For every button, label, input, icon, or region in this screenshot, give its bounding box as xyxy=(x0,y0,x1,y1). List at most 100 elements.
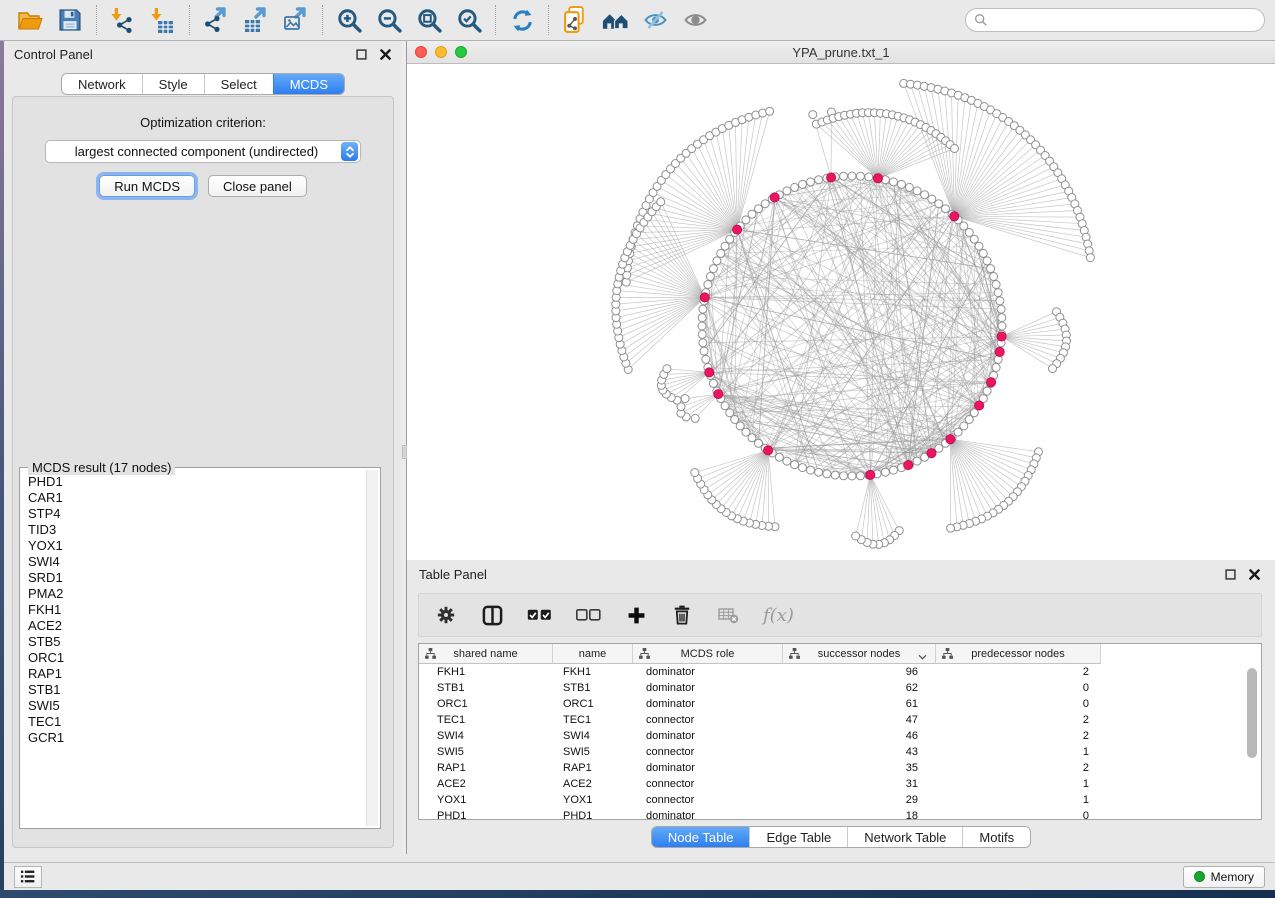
mcds-result-item[interactable]: PMA2 xyxy=(22,586,365,602)
column-header-predecessor-nodes[interactable]: predecessor nodes xyxy=(936,644,1101,663)
open-session-icon[interactable] xyxy=(10,3,50,37)
mcds-result-item[interactable]: STB1 xyxy=(22,682,365,698)
export-network-icon[interactable] xyxy=(196,3,236,37)
search-input[interactable] xyxy=(993,10,1256,30)
memory-button[interactable]: Memory xyxy=(1183,866,1265,888)
table-cell: PHD1 xyxy=(419,808,553,820)
mcds-list-scrollbar[interactable] xyxy=(366,470,378,826)
table-row[interactable]: PHD1PHD1dominator180 xyxy=(419,808,1101,820)
table-scrollbar[interactable] xyxy=(1246,666,1258,816)
import-network-icon[interactable] xyxy=(103,3,143,37)
zoom-in-icon[interactable] xyxy=(329,3,369,37)
table-cell: FKH1 xyxy=(419,664,553,680)
show-all-icon[interactable] xyxy=(675,3,715,37)
hierarchy-icon xyxy=(942,648,953,662)
mcds-result-list[interactable]: PHD1CAR1STP4TID3YOX1SWI4SRD1PMA2FKH1ACE2… xyxy=(22,474,365,826)
delete-row-icon[interactable] xyxy=(671,602,693,628)
column-label: shared name xyxy=(453,648,517,660)
column-header-name[interactable]: name xyxy=(553,644,633,663)
mcds-result-item[interactable]: SWI4 xyxy=(22,554,365,570)
table-row[interactable]: YOX1YOX1connector291 xyxy=(419,792,1101,808)
zoom-out-icon[interactable] xyxy=(369,3,409,37)
new-network-from-selection-icon[interactable] xyxy=(555,3,595,37)
mcds-result-item[interactable]: STP4 xyxy=(22,506,365,522)
tab-select[interactable]: Select xyxy=(204,74,273,94)
refresh-layout-icon[interactable] xyxy=(502,3,542,37)
table-row[interactable]: RAP1RAP1dominator352 xyxy=(419,760,1101,776)
table-row[interactable]: SWI5SWI5connector431 xyxy=(419,744,1101,760)
close-panel-button[interactable]: Close panel xyxy=(208,175,307,197)
table-cell: dominator xyxy=(633,664,783,680)
float-table-panel-icon[interactable] xyxy=(1223,567,1237,581)
tab-edge-table[interactable]: Edge Table xyxy=(749,827,847,847)
close-table-panel-icon[interactable] xyxy=(1247,567,1261,581)
network-graph[interactable] xyxy=(407,64,1275,560)
zoom-fit-icon[interactable] xyxy=(409,3,449,37)
tab-mcds[interactable]: MCDS xyxy=(273,74,344,94)
table-settings-icon[interactable] xyxy=(435,602,457,628)
float-panel-icon[interactable] xyxy=(354,47,368,61)
table-cell: 47 xyxy=(783,712,936,728)
table-cell: connector xyxy=(633,712,783,728)
save-session-icon[interactable] xyxy=(50,3,90,37)
deselect-all-icon[interactable] xyxy=(576,602,601,628)
task-history-button[interactable] xyxy=(14,866,42,888)
run-mcds-button[interactable]: Run MCDS xyxy=(99,175,195,197)
mcds-result-item[interactable]: CAR1 xyxy=(22,490,365,506)
show-columns-icon[interactable] xyxy=(481,602,503,628)
mcds-result-item[interactable]: ORC1 xyxy=(22,650,365,666)
column-header-shared-name[interactable]: shared name xyxy=(419,644,553,663)
table-row[interactable]: SWI4SWI4dominator462 xyxy=(419,728,1101,744)
column-header-successor-nodes[interactable]: successor nodes xyxy=(783,644,936,663)
mcds-result-item[interactable]: TID3 xyxy=(22,522,365,538)
first-neighbors-icon[interactable] xyxy=(595,3,635,37)
table-row[interactable]: ORC1ORC1dominator610 xyxy=(419,696,1101,712)
zoom-selected-icon[interactable] xyxy=(449,3,489,37)
table-cell: FKH1 xyxy=(553,664,633,680)
add-row-icon[interactable] xyxy=(625,602,647,628)
column-label: MCDS role xyxy=(681,648,735,660)
select-stepper-icon xyxy=(341,142,358,161)
column-header-MCDS-role[interactable]: MCDS role xyxy=(633,644,783,663)
close-panel-icon[interactable] xyxy=(378,47,392,61)
tab-network[interactable]: Network xyxy=(62,74,142,94)
table-row[interactable]: TEC1TEC1connector472 xyxy=(419,712,1101,728)
mcds-result-item[interactable]: PHD1 xyxy=(22,474,365,490)
table-cell: STB1 xyxy=(553,680,633,696)
tab-style[interactable]: Style xyxy=(142,74,204,94)
mcds-result-item[interactable]: GCR1 xyxy=(22,730,365,746)
mcds-result-item[interactable]: RAP1 xyxy=(22,666,365,682)
export-table-icon[interactable] xyxy=(236,3,276,37)
table-cell: SWI5 xyxy=(419,744,553,760)
mcds-result-item[interactable]: ACE2 xyxy=(22,618,365,634)
network-window-titlebar: YPA_prune.txt_1 xyxy=(407,41,1275,64)
import-table-icon[interactable] xyxy=(143,3,183,37)
table-toolbar: f(x) xyxy=(418,593,1262,637)
mcds-result-item[interactable]: TEC1 xyxy=(22,714,365,730)
hide-selected-icon[interactable] xyxy=(635,3,675,37)
table-scrollbar-thumb[interactable] xyxy=(1247,668,1257,758)
tab-network-table[interactable]: Network Table xyxy=(847,827,962,847)
table-row[interactable]: FKH1FKH1dominator962 xyxy=(419,664,1101,680)
column-label: name xyxy=(579,648,607,660)
table-cell: TEC1 xyxy=(553,712,633,728)
search-box[interactable] xyxy=(965,8,1265,32)
tab-motifs[interactable]: Motifs xyxy=(962,827,1030,847)
select-all-icon[interactable] xyxy=(527,602,552,628)
table-cell: connector xyxy=(633,792,783,808)
mcds-result-item[interactable]: FKH1 xyxy=(22,602,365,618)
network-canvas[interactable] xyxy=(407,64,1275,560)
table-row[interactable]: ACE2ACE2connector311 xyxy=(419,776,1101,792)
criterion-select[interactable]: largest connected component (undirected) xyxy=(45,140,361,163)
table-cell: dominator xyxy=(633,760,783,776)
mcds-result-item[interactable]: SWI5 xyxy=(22,698,365,714)
tab-node-table[interactable]: Node Table xyxy=(652,827,750,847)
mcds-result-item[interactable]: STB5 xyxy=(22,634,365,650)
table-row[interactable]: STB1STB1dominator620 xyxy=(419,680,1101,696)
export-image-icon[interactable] xyxy=(276,3,316,37)
table-cell: STB1 xyxy=(419,680,553,696)
sort-desc-icon[interactable] xyxy=(918,651,927,663)
mcds-result-item[interactable]: SRD1 xyxy=(22,570,365,586)
table-cell: ORC1 xyxy=(419,696,553,712)
mcds-result-item[interactable]: YOX1 xyxy=(22,538,365,554)
